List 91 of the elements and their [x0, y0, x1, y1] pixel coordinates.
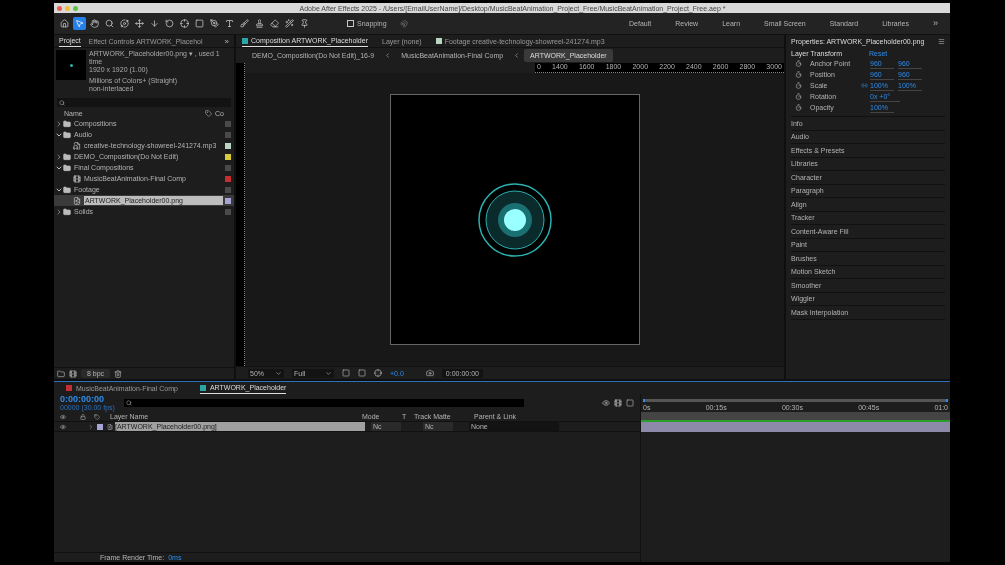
home-icon	[60, 19, 69, 28]
image-file-icon	[107, 423, 113, 430]
label-color-swatch[interactable]	[225, 197, 231, 204]
eraser-icon	[270, 19, 279, 28]
stamp-icon	[255, 19, 264, 28]
label-color-swatch[interactable]	[225, 208, 231, 215]
layer-label-color[interactable]	[97, 423, 103, 430]
stopwatch-icon[interactable]	[795, 104, 802, 111]
roto-icon	[285, 19, 294, 28]
stopwatch-icon[interactable]	[795, 82, 802, 89]
type-icon	[225, 19, 234, 28]
search-icon	[59, 99, 65, 106]
pen-icon	[210, 19, 219, 28]
brush-tool-button[interactable]	[238, 17, 251, 30]
stopwatch-icon[interactable]	[795, 93, 802, 100]
eraser-tool-button[interactable]	[268, 17, 281, 30]
home-tool-button[interactable]	[58, 17, 71, 30]
move-icon	[135, 19, 144, 28]
folder-icon	[63, 185, 71, 194]
folder-icon[interactable]	[57, 369, 65, 378]
orbit-tool-button[interactable]	[118, 17, 131, 30]
folder-icon	[63, 152, 71, 161]
trash-icon[interactable]	[114, 369, 123, 378]
search-field[interactable]	[57, 98, 231, 107]
zoom-icon	[105, 19, 114, 28]
caret-icon	[325, 369, 332, 377]
label-color-swatch[interactable]	[225, 153, 231, 160]
square-icon[interactable]	[358, 369, 366, 377]
panel-overflow-button[interactable]: »	[224, 36, 229, 46]
film-icon[interactable]	[614, 399, 622, 407]
square-icon[interactable]	[342, 369, 350, 377]
stamp-tool-button[interactable]	[253, 17, 266, 30]
rotate-icon	[165, 19, 174, 28]
move-tool-button[interactable]	[133, 17, 146, 30]
workspace-overflow-button[interactable]: »	[933, 19, 938, 28]
hand-icon	[90, 19, 99, 28]
folder-icon	[63, 130, 71, 139]
folder-icon	[63, 163, 71, 172]
orbit-icon	[120, 19, 129, 28]
collapse-caret-icon[interactable]	[55, 207, 63, 216]
anchor-icon	[180, 19, 189, 28]
zoom-tool-button[interactable]	[103, 17, 116, 30]
dolly-icon	[150, 19, 159, 28]
label-color-swatch[interactable]	[225, 164, 231, 171]
shape-icon	[195, 19, 204, 28]
audio-file-icon	[73, 141, 81, 150]
link-icon[interactable]	[860, 82, 868, 89]
roto-tool-button[interactable]	[283, 17, 296, 30]
rotate-tool-button[interactable]	[163, 17, 176, 30]
label-color-swatch[interactable]	[225, 120, 231, 127]
puppet-icon	[300, 19, 309, 28]
folder-icon	[63, 207, 71, 216]
magnet-icon[interactable]	[399, 19, 408, 28]
anchor-tool-button[interactable]	[178, 17, 191, 30]
collapse-caret-icon[interactable]	[55, 119, 63, 128]
selection-icon	[75, 19, 84, 28]
label-color-swatch[interactable]	[225, 131, 231, 138]
crosshair-icon[interactable]	[374, 369, 382, 377]
eye-icon	[60, 413, 66, 420]
film-icon	[73, 174, 81, 183]
tag-icon	[94, 413, 100, 420]
close-window-button[interactable]	[57, 5, 62, 11]
dolly-tool-button[interactable]	[148, 17, 161, 30]
label-color-swatch[interactable]	[225, 175, 231, 182]
square-icon[interactable]	[626, 399, 634, 407]
pen-tool-button[interactable]	[208, 17, 221, 30]
hand-tool-button[interactable]	[88, 17, 101, 30]
brush-icon	[240, 19, 249, 28]
image-file-icon	[73, 196, 81, 205]
stopwatch-icon[interactable]	[795, 60, 802, 67]
puppet-tool-button[interactable]	[298, 17, 311, 30]
lock-icon	[80, 413, 86, 420]
current-timecode[interactable]: 0:00:00:00	[60, 394, 124, 404]
eye-icon[interactable]	[60, 423, 66, 430]
stopwatch-icon[interactable]	[795, 71, 802, 78]
snapping-checkbox[interactable]	[347, 20, 354, 27]
camera-icon[interactable]	[425, 369, 434, 377]
film-icon[interactable]	[69, 369, 77, 378]
collapse-caret-icon[interactable]	[55, 152, 63, 161]
search-icon	[126, 400, 132, 406]
label-color-swatch[interactable]	[225, 142, 231, 149]
shape-tool-button[interactable]	[193, 17, 206, 30]
layer-search-field[interactable]	[124, 399, 524, 407]
type-tool-button[interactable]	[223, 17, 236, 30]
folder-icon	[63, 119, 71, 128]
selection-tool-button[interactable]	[73, 17, 86, 30]
eye-icon[interactable]	[602, 399, 610, 407]
label-color-swatch[interactable]	[225, 186, 231, 193]
menu-icon[interactable]	[938, 38, 945, 45]
caret-icon	[275, 369, 282, 377]
tag-icon	[205, 109, 213, 117]
